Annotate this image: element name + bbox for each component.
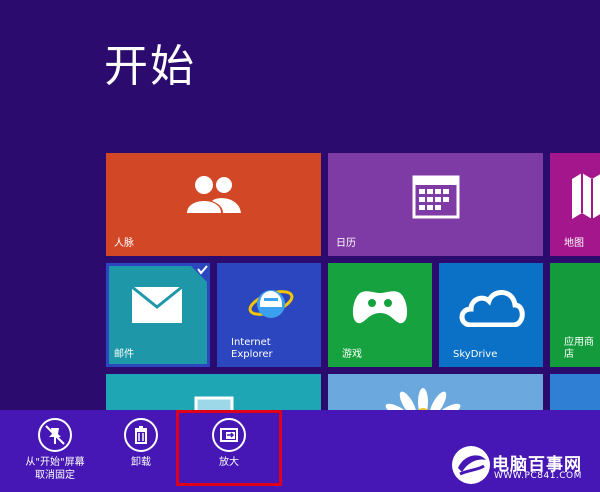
tile-store[interactable]: 应用商店 [550, 263, 600, 367]
watermark-logo-icon [452, 446, 490, 484]
xbox-controller-icon [352, 291, 408, 324]
unpin-label: 从"开始"屏幕 取消固定 [25, 457, 85, 481]
tile-games-label: 游戏 [342, 349, 362, 360]
tile-skydrive[interactable]: SkyDrive [439, 263, 543, 367]
watermark: 电脑百事网 WWW.PC841.COM [448, 442, 600, 490]
tile-maps-label: 地图 [564, 238, 584, 249]
tile-people-label: 人脉 [114, 238, 134, 249]
tile-calendar[interactable]: 日历 [328, 153, 543, 256]
uninstall-label: 卸载 [131, 457, 151, 468]
tile-desktop[interactable] [106, 374, 321, 414]
trash-icon [124, 418, 158, 452]
selected-check-icon [188, 263, 210, 285]
tile-photos[interactable] [328, 374, 543, 414]
tile-internet-explorer[interactable]: Internet Explorer [217, 263, 321, 367]
tile-people[interactable]: 人脉 [106, 153, 321, 256]
tile-store-label: 应用商店 [564, 337, 594, 360]
uninstall-button[interactable]: 卸载 [96, 418, 186, 469]
internet-explorer-icon [248, 290, 294, 318]
envelope-icon [132, 287, 182, 323]
tile-calendar-label: 日历 [336, 238, 356, 249]
start-title: 开始 [104, 41, 196, 92]
highlight-box [176, 410, 282, 486]
tile-maps[interactable]: 地图 [550, 153, 600, 256]
tile-skydrive-label: SkyDrive [453, 349, 498, 360]
daisy-photo [328, 374, 543, 414]
tile-mail[interactable]: 邮件 [106, 263, 210, 367]
unpin-icon [38, 418, 72, 452]
tile-mail-label: 邮件 [114, 349, 134, 360]
tile-games[interactable]: 游戏 [328, 263, 432, 367]
people-icon [187, 176, 241, 213]
cloud-icon [459, 290, 525, 327]
map-icon [572, 173, 600, 219]
watermark-url: WWW.PC841.COM [494, 471, 582, 481]
calendar-icon [412, 175, 460, 219]
tile-ie-label: Internet Explorer [231, 337, 273, 360]
unpin-button[interactable]: 从"开始"屏幕 取消固定 [10, 418, 100, 482]
tile-weather[interactable] [550, 374, 600, 414]
